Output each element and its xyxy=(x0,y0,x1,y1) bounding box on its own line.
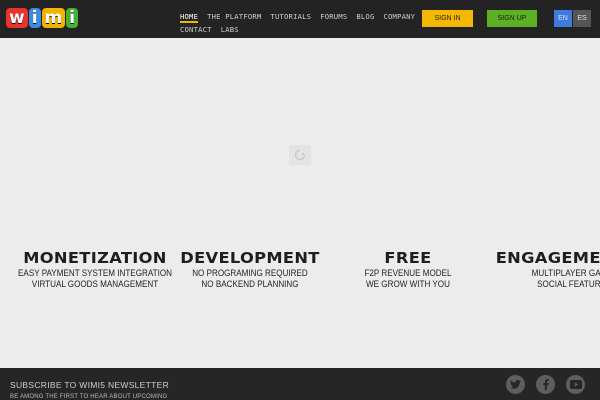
top-navigation-bar: w i m i HOME THE PLATFORM TUTORIALS FORU… xyxy=(0,0,600,38)
feature-monetization: MONETIZATION EASY PAYMENT SYSTEM INTEGRA… xyxy=(10,248,180,290)
newsletter-title: SUBSCRIBE TO WIMI5 NEWSLETTER xyxy=(10,380,170,390)
loading-placeholder xyxy=(289,145,311,165)
feature-line: MULTIPLAYER GAMES xyxy=(531,268,600,278)
nav-company[interactable]: COMPANY xyxy=(383,12,415,23)
main-nav: HOME THE PLATFORM TUTORIALS FORUMS BLOG … xyxy=(180,12,415,36)
twitter-button[interactable] xyxy=(506,375,525,394)
nav-blog[interactable]: BLOG xyxy=(356,12,374,23)
feature-title: MONETIZATION xyxy=(23,249,167,267)
nav-labs[interactable]: LABS xyxy=(221,25,239,36)
language-en-button[interactable]: EN xyxy=(554,10,572,27)
language-es-button[interactable]: ES xyxy=(573,10,591,27)
nav-the-platform[interactable]: THE PLATFORM xyxy=(207,12,261,23)
twitter-icon xyxy=(510,380,521,389)
feature-title: FREE xyxy=(384,249,432,267)
facebook-icon xyxy=(542,379,549,390)
sign-in-button[interactable]: SIGN IN xyxy=(422,10,473,27)
nav-forums[interactable]: FORUMS xyxy=(320,12,347,23)
logo-letter-i1: i xyxy=(28,8,41,28)
feature-free: FREE F2P REVENUE MODEL WE GROW WITH YOU xyxy=(323,248,493,290)
feature-development: DEVELOPMENT NO PROGRAMING REQUIRED NO BA… xyxy=(165,248,335,290)
feature-line: WE GROW WITH YOU xyxy=(366,279,450,289)
logo-letter-m: m xyxy=(41,8,66,28)
wimi-logo[interactable]: w i m i xyxy=(6,6,79,30)
feature-title: ENGAGEMENT xyxy=(495,249,600,267)
youtube-icon xyxy=(569,380,582,389)
newsletter-subtitle: BE AMONG THE FIRST TO HEAR ABOUT UPCOMIN… xyxy=(10,394,168,400)
feature-line: SOCIAL FEATURES xyxy=(537,279,600,289)
feature-line: EASY PAYMENT SYSTEM INTEGRATION xyxy=(18,268,172,278)
sign-up-button[interactable]: SIGN UP xyxy=(487,10,537,27)
youtube-button[interactable] xyxy=(566,375,585,394)
loading-icon xyxy=(294,149,306,161)
facebook-button[interactable] xyxy=(536,375,555,394)
feature-engagement: ENGAGEMENT MULTIPLAYER GAMES SOCIAL FEAT… xyxy=(496,248,600,290)
feature-line: F2P REVENUE MODEL xyxy=(364,268,452,278)
nav-tutorials[interactable]: TUTORIALS xyxy=(270,12,311,23)
nav-contact[interactable]: CONTACT xyxy=(180,25,212,36)
feature-line: VIRTUAL GOODS MANAGEMENT xyxy=(31,279,159,289)
logo-letter-w: w xyxy=(6,8,28,28)
feature-line: NO BACKEND PLANNING xyxy=(201,279,299,289)
feature-line: NO PROGRAMING REQUIRED xyxy=(192,268,308,278)
nav-home[interactable]: HOME xyxy=(180,12,199,23)
feature-title: DEVELOPMENT xyxy=(180,249,320,267)
logo-letter-i2: i xyxy=(66,8,79,28)
